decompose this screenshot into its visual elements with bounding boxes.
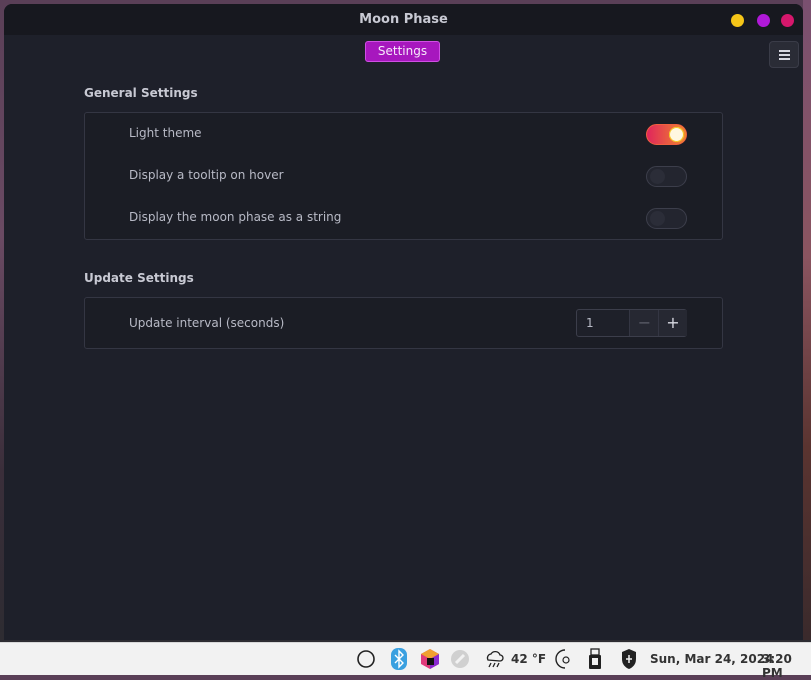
app-cube-icon[interactable]	[418, 643, 442, 675]
weather-rain-icon[interactable]	[483, 643, 505, 675]
tab-settings[interactable]: Settings	[365, 41, 440, 62]
update-interval-label: Update interval (seconds)	[129, 316, 285, 330]
shield-icon[interactable]	[618, 643, 640, 675]
general-settings-title: General Settings	[84, 86, 198, 100]
temperature-label[interactable]: 42 °F	[511, 652, 546, 666]
minimize-button[interactable]	[731, 14, 744, 27]
general-settings-panel: Light theme Display a tooltip on hover D…	[84, 112, 723, 240]
toggle-knob	[650, 211, 665, 226]
bluetooth-icon[interactable]	[389, 643, 409, 675]
phase-string-label: Display the moon phase as a string	[129, 210, 342, 224]
update-interval-stepper: 1 − +	[576, 309, 687, 337]
light-theme-toggle[interactable]	[646, 124, 687, 145]
toggle-knob	[650, 169, 665, 184]
desktop-background	[803, 0, 811, 640]
tab-bar: Settings	[4, 35, 803, 69]
link-icon[interactable]	[449, 643, 471, 675]
usb-device-icon[interactable]	[585, 643, 605, 675]
circle-icon[interactable]	[355, 643, 377, 675]
window-title: Moon Phase	[359, 12, 448, 27]
app-window: Moon Phase Settings General Settings Lig…	[4, 4, 803, 640]
night-light-icon[interactable]	[551, 643, 573, 675]
phase-string-toggle[interactable]	[646, 208, 687, 229]
close-button[interactable]	[781, 14, 794, 27]
taskbar: 42 °F Sun, Mar 24, 2024 3:20 PM	[0, 642, 811, 680]
toggle-knob	[669, 127, 684, 142]
tooltip-hover-label: Display a tooltip on hover	[129, 168, 284, 182]
titlebar[interactable]: Moon Phase	[4, 4, 803, 35]
maximize-button[interactable]	[757, 14, 770, 27]
decrement-button[interactable]: −	[629, 310, 659, 336]
increment-button[interactable]: +	[658, 310, 687, 336]
clock-label[interactable]: 3:20 PM	[762, 652, 811, 680]
light-theme-label: Light theme	[129, 126, 202, 140]
update-settings-title: Update Settings	[84, 271, 194, 285]
update-interval-input[interactable]: 1	[586, 316, 594, 330]
hamburger-menu-button[interactable]	[769, 41, 799, 68]
date-label[interactable]: Sun, Mar 24, 2024	[650, 652, 773, 666]
update-settings-panel: Update interval (seconds) 1 − +	[84, 297, 723, 349]
tooltip-hover-toggle[interactable]	[646, 166, 687, 187]
